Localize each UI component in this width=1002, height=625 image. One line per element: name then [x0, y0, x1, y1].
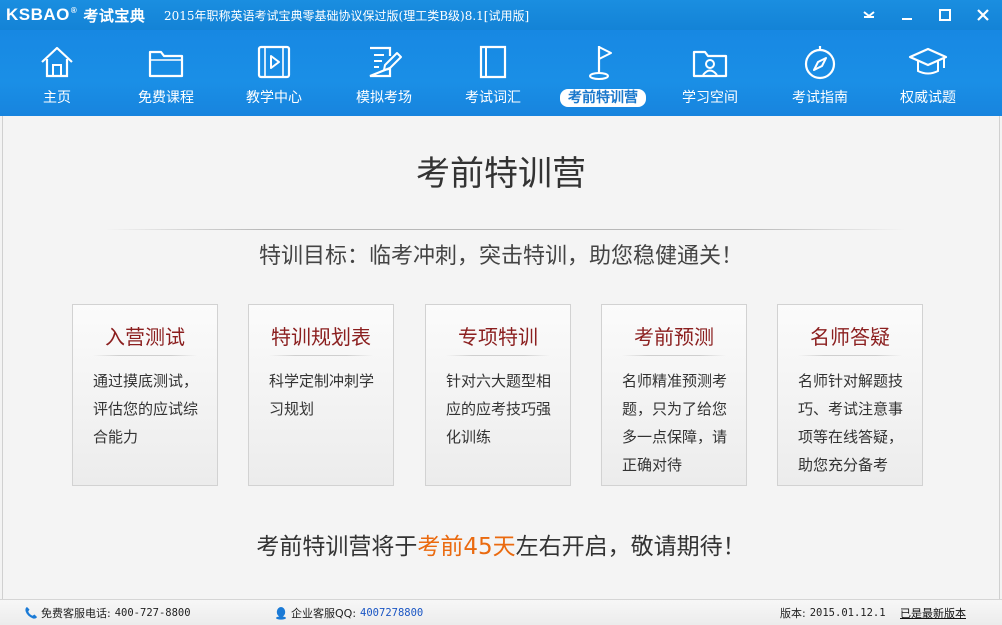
graduation-cap-icon — [908, 47, 948, 75]
card-title: 专项特训 — [458, 325, 538, 349]
card-entry-test[interactable]: 入营测试 通过摸底测试，评估您的应试综合能力 — [72, 304, 218, 486]
nav-item-study-space[interactable]: 学习空间 — [660, 30, 760, 116]
support-qq[interactable]: 企业客服QQ: 4007278800 — [274, 605, 423, 621]
nav-label: 考前特训营 — [553, 87, 653, 107]
flag-icon — [589, 46, 612, 80]
maximize-icon — [939, 9, 951, 21]
notice-highlight: 考前45天 — [417, 534, 516, 560]
nav-item-pre-exam-training[interactable]: 考前特训营 — [553, 30, 653, 116]
card-description: 针对六大题型相应的应考技巧强化训练 — [446, 372, 552, 446]
app-logo: KSBAO ® 考试宝典 — [6, 4, 145, 26]
card-description: 名师精准预测考题，只为了给您多一点保障，请正确对待 — [622, 372, 728, 474]
close-button[interactable] — [964, 0, 1002, 30]
card-divider — [269, 355, 373, 356]
card-divider — [798, 355, 902, 356]
main-content: 考前特训营 特训目标：临考冲刺，突击特训，助您稳健通关！ 入营测试 通过摸底测试… — [2, 116, 1000, 599]
qq-number[interactable]: 4007278800 — [360, 607, 423, 619]
nav-item-exam-guide[interactable]: 考试指南 — [770, 30, 870, 116]
minimize-button[interactable] — [888, 0, 926, 30]
nav-item-teaching-center[interactable]: 教学中心 — [224, 30, 324, 116]
version-label: 版本: — [780, 607, 806, 620]
menu-dropdown-button[interactable] — [850, 0, 888, 30]
phone-label: 免费客服电话: — [41, 607, 111, 620]
card-title: 名师答疑 — [810, 325, 890, 349]
minimize-icon — [902, 18, 912, 20]
title-bar: KSBAO ® 考试宝典 2015年职称英语考试宝典零基础协议保过版(理工类B级)8… — [0, 0, 1002, 30]
maximize-button[interactable] — [926, 0, 964, 30]
nav-label: 主页 — [43, 90, 71, 106]
notice-text-after: 左右开启，敬请期待！ — [515, 534, 746, 560]
window-controls — [850, 0, 1002, 30]
edit-document-icon — [369, 46, 402, 78]
card-title: 入营测试 — [105, 325, 185, 349]
window-title: 2015年职称英语考试宝典零基础协议保过版(理工类B级)8.1[试用版] — [164, 9, 530, 23]
card-divider — [622, 355, 726, 356]
version-number: 2015.01.12.1 — [809, 607, 886, 619]
card-description: 通过摸底测试，评估您的应试综合能力 — [93, 372, 199, 446]
card-exam-prediction[interactable]: 考前预测 名师精准预测考题，只为了给您多一点保障，请正确对待 — [601, 304, 747, 486]
version-info: 版本: 2015.01.12.1 — [780, 605, 886, 621]
card-description: 科学定制冲刺学习规划 — [269, 372, 375, 418]
card-title: 考前预测 — [634, 325, 714, 349]
update-status[interactable]: 已是最新版本 — [900, 605, 966, 621]
video-icon — [257, 45, 291, 79]
nav-label: 教学中心 — [246, 90, 302, 106]
phone-number: 400-727-8800 — [114, 607, 191, 619]
card-training-plan[interactable]: 特训规划表 科学定制冲刺学习规划 — [248, 304, 394, 486]
logo-chinese-name: 考试宝典 — [83, 7, 146, 25]
latest-version-link[interactable]: 已是最新版本 — [900, 605, 966, 621]
card-title: 特训规划表 — [271, 325, 371, 349]
page-title: 考前特训营 — [416, 154, 586, 194]
card-divider — [446, 355, 550, 356]
compass-icon — [804, 46, 836, 80]
training-goal: 特训目标：临考冲刺，突击特训，助您稳健通关！ — [258, 244, 743, 269]
opening-notice: 考前特训营将于考前45天左右开启，敬请期待！ — [3, 527, 999, 561]
close-icon — [977, 9, 989, 21]
nav-item-free-courses[interactable]: 免费课程 — [116, 30, 216, 116]
logo-registered-mark: ® — [70, 5, 78, 15]
divider — [105, 229, 905, 230]
nav-item-exam-vocabulary[interactable]: 考试词汇 — [443, 30, 543, 116]
app-window: KSBAO ® 考试宝典 2015年职称英语考试宝典零基础协议保过版(理工类B级)8… — [0, 0, 1002, 625]
status-bar: 免费客服电话: 400-727-8800 企业客服QQ: 4007278800 … — [0, 599, 1002, 625]
book-icon — [479, 45, 507, 79]
nav-label: 学习空间 — [682, 90, 738, 106]
phone-icon — [25, 607, 37, 619]
main-navigation: 主页 免费课程 教学中心 模拟考场 考试词汇 考前特训营 学习空间 考试指南 权… — [0, 30, 1002, 116]
folder-icon — [148, 50, 184, 78]
nav-label: 考试词汇 — [465, 90, 521, 106]
nav-label: 模拟考场 — [356, 90, 412, 106]
home-icon — [41, 46, 73, 78]
nav-item-home[interactable]: 主页 — [7, 30, 107, 116]
notice-text-before: 考前特训营将于 — [256, 534, 418, 560]
nav-label: 考试指南 — [792, 90, 848, 106]
qq-penguin-icon — [276, 607, 286, 620]
card-divider — [93, 355, 197, 356]
nav-label: 权威试题 — [900, 90, 956, 106]
user-folder-icon — [692, 50, 728, 78]
nav-label: 免费课程 — [138, 90, 194, 106]
card-expert-qa[interactable]: 名师答疑 名师针对解题技巧、考试注意事项等在线答疑，助您充分备考 — [777, 304, 923, 486]
card-special-training[interactable]: 专项特训 针对六大题型相应的应考技巧强化训练 — [425, 304, 571, 486]
card-description: 名师针对解题技巧、考试注意事项等在线答疑，助您充分备考 — [798, 372, 904, 474]
chevron-down-icon — [863, 11, 875, 18]
nav-item-mock-exam[interactable]: 模拟考场 — [334, 30, 434, 116]
qq-label: 企业客服QQ: — [291, 607, 357, 620]
logo-text: KSBAO — [6, 5, 70, 24]
support-phone: 免费客服电话: 400-727-8800 — [24, 605, 191, 621]
nav-item-authoritative-questions[interactable]: 权威试题 — [878, 30, 978, 116]
